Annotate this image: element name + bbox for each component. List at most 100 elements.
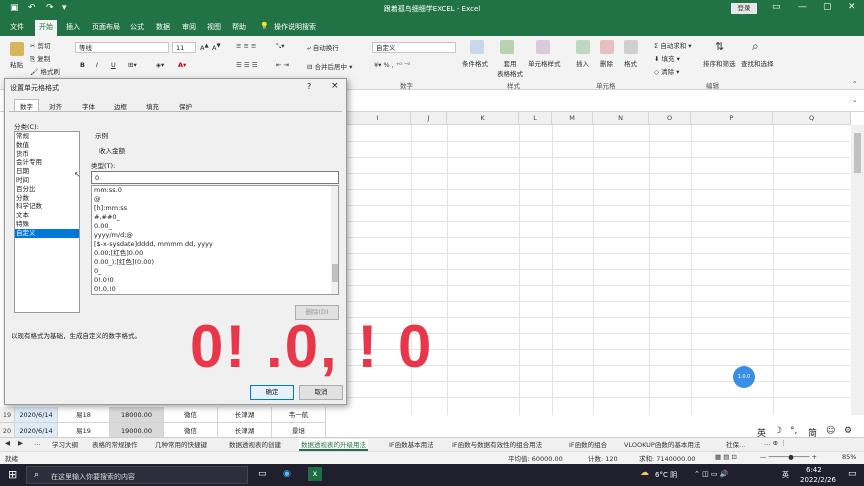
vertical-scrollbar[interactable] <box>851 125 864 415</box>
font-color-icon[interactable]: A▾ <box>178 61 186 69</box>
tab-file[interactable]: 文件 <box>10 22 24 32</box>
expand-formula-icon[interactable]: ⌄ <box>852 96 857 104</box>
tab-home[interactable]: 开始 <box>35 20 57 36</box>
format-code-item[interactable]: 0.00_);[红色](0.00) <box>92 258 338 267</box>
format-painter-button[interactable]: 🖌 格式刷 <box>30 66 60 76</box>
fill-color-icon[interactable]: ◈▾ <box>156 61 164 69</box>
close-icon[interactable]: ✕ <box>848 2 856 12</box>
cell-style-button[interactable]: 单元格样式 <box>528 58 561 68</box>
sheet-tab[interactable]: 数据透视表的创建 <box>229 439 281 449</box>
autosum-button[interactable]: Σ 自动求和 ▾ <box>654 40 692 50</box>
person-cell[interactable]: 韦一航 <box>272 407 326 423</box>
category-item[interactable]: 特殊 <box>15 220 79 229</box>
minimize-icon[interactable]: — <box>798 2 807 12</box>
format-code-item[interactable]: 0.00;[红色]0.00 <box>92 249 338 258</box>
conditional-format-button[interactable]: 条件格式 <box>462 58 488 68</box>
tab-protection[interactable]: 保护 <box>179 101 192 111</box>
merge-center-button[interactable]: ⊟ 合并后居中 ▾ <box>307 61 352 71</box>
sheet-tab[interactable]: 表格的常规操作 <box>92 439 138 449</box>
col-header-j[interactable]: J <box>411 112 447 125</box>
paste-button[interactable]: 粘贴 <box>10 59 23 69</box>
sort-filter-icon[interactable]: ⇅ <box>715 40 724 53</box>
col-header-k[interactable]: K <box>447 112 519 125</box>
font-size-select[interactable]: 11 <box>172 42 196 53</box>
tell-me-search[interactable]: 操作说明搜索 <box>274 22 316 32</box>
format-list-scroll-thumb[interactable] <box>332 264 338 282</box>
sheet-tab[interactable]: 几种常用的快捷键 <box>155 439 207 449</box>
shrink-font-icon[interactable]: A▼ <box>212 43 221 52</box>
maximize-icon[interactable]: ▢ <box>823 2 832 12</box>
currency-icon[interactable]: ¥▾ % , ⁺⁰ ⁻⁰ <box>374 61 410 69</box>
sheet-more-icon[interactable]: … ⊕ ⋮ <box>764 439 787 447</box>
category-item[interactable]: 百分比 <box>15 185 79 194</box>
wrap-text-button[interactable]: ⤶ 自动换行 <box>307 42 339 53</box>
col-header-p[interactable]: P <box>691 112 773 125</box>
category-item[interactable]: 文本 <box>15 211 79 220</box>
format-code-item[interactable]: yyyy/m/d;@ <box>92 231 338 240</box>
category-item[interactable]: 常规 <box>15 132 79 141</box>
excel-taskbar-icon[interactable]: x <box>308 467 322 481</box>
tab-page-layout[interactable]: 页面布局 <box>92 22 120 32</box>
dialog-close-icon[interactable]: × <box>331 81 339 91</box>
help-icon[interactable]: ? <box>307 82 311 91</box>
tab-data[interactable]: 数据 <box>156 22 170 32</box>
delete-cells-icon[interactable] <box>600 40 614 54</box>
task-view-icon[interactable]: ▭ <box>258 469 267 479</box>
collapse-ribbon-icon[interactable]: ⌃ <box>852 80 857 88</box>
amount-cell[interactable]: 18000.00 <box>110 407 164 423</box>
sheet-nav-next-icon[interactable]: ▶ <box>18 439 23 447</box>
type-input[interactable]: 0 <box>91 171 339 184</box>
place-cell[interactable]: 长津湖 <box>218 407 272 423</box>
sort-filter-button[interactable]: 排序和筛选 <box>703 58 736 68</box>
paste-icon[interactable] <box>10 42 24 56</box>
notification-icon[interactable]: ▭ <box>848 469 857 479</box>
delete-cells-button[interactable]: 删除 <box>600 58 613 68</box>
clock-date[interactable]: 2022/2/26 <box>800 476 836 484</box>
scrollbar-thumb[interactable] <box>854 133 861 173</box>
cancel-button[interactable]: 取消 <box>299 385 343 400</box>
taskbar-search[interactable]: ⌕ 在这里输入你要搜索的内容 <box>26 466 248 484</box>
name-cell[interactable]: 易18 <box>58 407 110 423</box>
font-name-select[interactable]: 等线 <box>75 42 169 53</box>
sheet-tab[interactable]: IF函数的组合 <box>569 439 607 449</box>
sheet-tab[interactable]: IF函数与数据有效性的组合用法 <box>452 439 542 449</box>
format-code-item[interactable]: 0!.0,!0 <box>92 285 338 294</box>
col-header-m[interactable]: M <box>552 112 593 125</box>
format-cells-icon[interactable] <box>624 40 638 54</box>
sheet-tab-active[interactable]: 数据透视表的升级用法 <box>299 439 368 451</box>
category-item[interactable]: 科学记数 <box>15 202 79 211</box>
format-list-scrollbar[interactable] <box>331 186 338 294</box>
tab-font[interactable]: 字体 <box>82 101 95 111</box>
table-format-icon[interactable] <box>500 40 514 54</box>
sheet-nav-prev-icon[interactable]: ◀ <box>5 439 10 447</box>
punctuation-icon[interactable]: °, <box>790 426 797 436</box>
settings-icon[interactable]: ⚙ <box>844 426 852 436</box>
method-cell[interactable]: 微信 <box>164 407 218 423</box>
bold-button[interactable]: B <box>80 61 85 69</box>
col-header-q[interactable]: Q <box>773 112 851 125</box>
ribbon-display-icon[interactable]: ▭ <box>772 2 781 12</box>
zoom-level[interactable]: 85% <box>842 453 856 461</box>
tab-border[interactable]: 边框 <box>114 101 127 111</box>
sheet-tab[interactable]: 社保... <box>726 439 745 449</box>
format-code-item[interactable]: #,##0_ <box>92 213 338 222</box>
find-select-button[interactable]: 查找和选择 <box>741 58 774 68</box>
category-item[interactable]: 时间 <box>15 176 79 185</box>
category-item[interactable]: 数值 <box>15 141 79 150</box>
format-code-item[interactable]: [h]:mm:ss <box>92 204 338 213</box>
tab-review[interactable]: 审阅 <box>182 22 196 32</box>
border-icon[interactable]: ⊞▾ <box>128 61 137 69</box>
ok-button[interactable]: 确定 <box>250 385 294 400</box>
conditional-format-icon[interactable] <box>470 40 484 54</box>
zoom-slider[interactable]: — ─────●──── + <box>760 453 817 461</box>
clear-button[interactable]: ◇ 清除 ▾ <box>654 66 679 76</box>
date-cell[interactable]: 2020/6/14 <box>15 407 58 423</box>
tab-help[interactable]: 帮助 <box>232 22 246 32</box>
fill-button[interactable]: ⬇ 填充 ▾ <box>654 53 680 63</box>
format-code-item[interactable]: @ <box>92 195 338 204</box>
col-header-n[interactable]: N <box>593 112 649 125</box>
sheet-tab[interactable]: 学习大纲 <box>52 439 78 449</box>
copy-button[interactable]: ⎘ 复制 <box>30 53 50 64</box>
format-code-item[interactable]: [$-x-sysdate]dddd, mmmm dd, yyyy <box>92 240 338 249</box>
sheet-nav-more[interactable]: … <box>34 439 41 447</box>
